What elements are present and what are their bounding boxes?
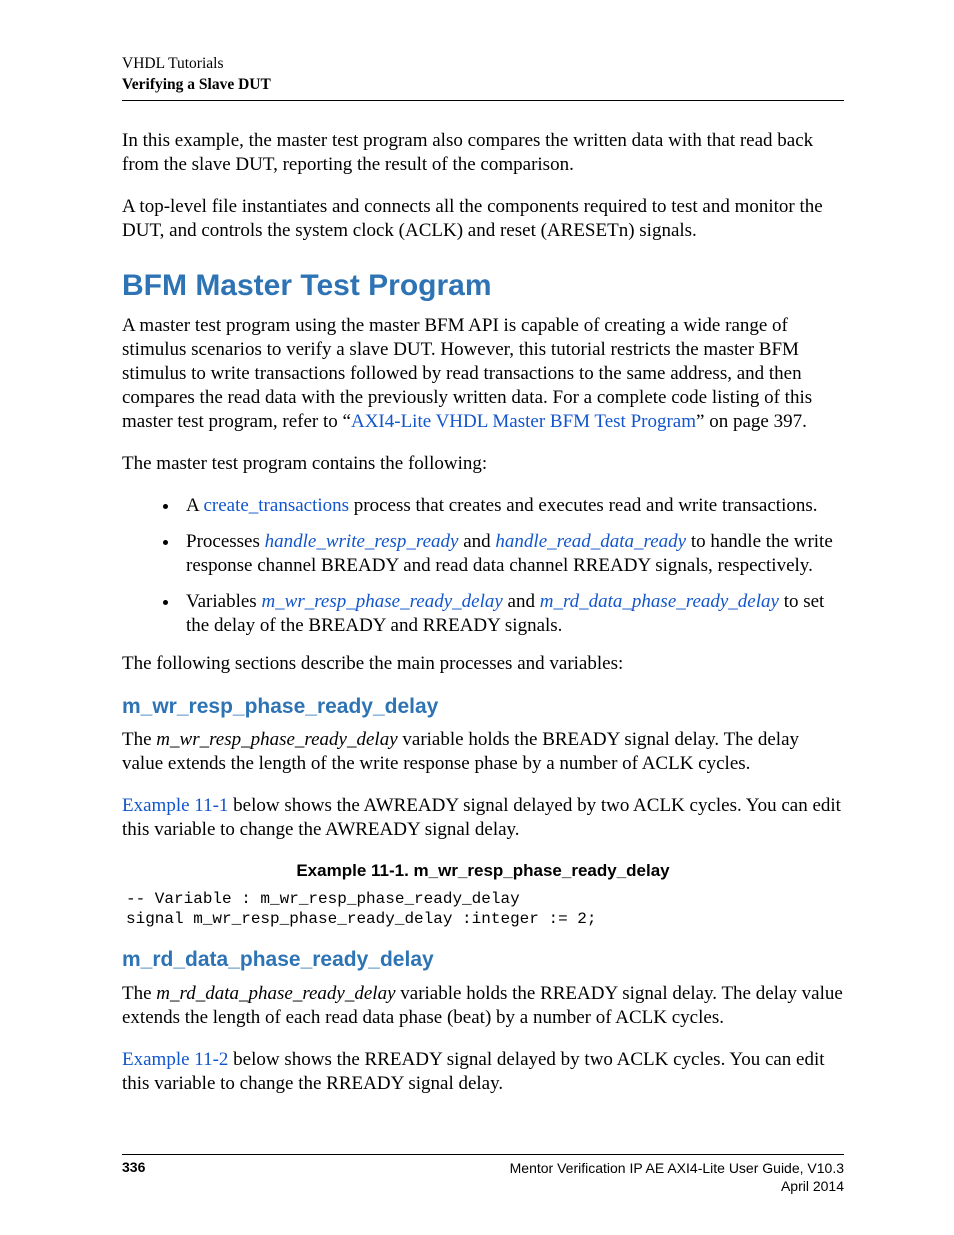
sub1-p2-post: below shows the AWREADY signal delayed b… [122,795,841,840]
header-chapter: VHDL Tutorials [122,54,844,75]
link-create-transactions[interactable]: create_transactions [203,495,349,516]
sub1-p1-pre: The [122,729,156,750]
header-rule [122,100,844,101]
sub2-para2: Example 11-2 below shows the RREADY sign… [122,1048,844,1096]
list-item: Variables m_wr_resp_phase_ready_delay an… [180,590,844,638]
page-number: 336 [122,1159,145,1177]
sub2-para1: The m_rd_data_phase_ready_delay variable… [122,982,844,1030]
b2-pre: Processes [186,531,265,552]
section-intro: A master test program using the master B… [122,314,844,434]
link-example-11-1[interactable]: Example 11-1 [122,795,228,816]
footer-right: Mentor Verification IP AE AXI4-Lite User… [510,1159,844,1195]
intro-para-2: A top-level file instantiates and connec… [122,195,844,243]
running-header: VHDL Tutorials Verifying a Slave DUT [122,54,844,96]
footer-rule [122,1154,844,1155]
describe-para: The following sections describe the main… [122,652,844,676]
b1-post: process that creates and executes read a… [349,495,817,516]
b1-pre: A [186,495,203,516]
b3-pre: Variables [186,591,261,612]
subsection-heading: m_wr_resp_phase_ready_delay [122,694,844,720]
section-heading: BFM Master Test Program [122,267,844,305]
sub2-p1-pre: The [122,983,156,1004]
sub2-p1-var: m_rd_data_phase_ready_delay [156,983,395,1004]
sub1-p1-var: m_wr_resp_phase_ready_delay [156,729,397,750]
footer-date: April 2014 [510,1177,844,1195]
list-item: A create_transactions process that creat… [180,494,844,518]
footer-doc-title: Mentor Verification IP AE AXI4-Lite User… [510,1159,844,1177]
b3-mid: and [503,591,540,612]
link-handle-read-data-ready[interactable]: handle_read_data_ready [495,531,686,552]
sub2-p2-post: below shows the RREADY signal delayed by… [122,1049,825,1094]
sub1-para1: The m_wr_resp_phase_ready_delay variable… [122,728,844,776]
header-topic: Verifying a Slave DUT [122,75,844,96]
link-example-11-2[interactable]: Example 11-2 [122,1049,228,1070]
intro-para-1: In this example, the master test program… [122,129,844,177]
link-master-bfm-test-program[interactable]: AXI4-Lite VHDL Master BFM Test Program [351,411,696,432]
bullet-list: A create_transactions process that creat… [122,494,844,638]
example-caption: Example 11-1. m_wr_resp_phase_ready_dela… [122,860,844,881]
subsection-heading: m_rd_data_phase_ready_delay [122,947,844,973]
page-footer: 336 Mentor Verification IP AE AXI4-Lite … [122,1159,844,1195]
link-m-rd-data-phase-ready-delay[interactable]: m_rd_data_phase_ready_delay [540,591,779,612]
contains-para: The master test program contains the fol… [122,452,844,476]
list-item: Processes handle_write_resp_ready and ha… [180,530,844,578]
link-m-wr-resp-phase-ready-delay[interactable]: m_wr_resp_phase_ready_delay [261,591,502,612]
sub1-para2: Example 11-1 below shows the AWREADY sig… [122,794,844,842]
link-handle-write-resp-ready[interactable]: handle_write_resp_ready [265,531,459,552]
section-intro-post: ” on page 397. [696,411,807,432]
code-block: -- Variable : m_wr_resp_phase_ready_dela… [122,889,844,929]
b2-mid: and [458,531,495,552]
